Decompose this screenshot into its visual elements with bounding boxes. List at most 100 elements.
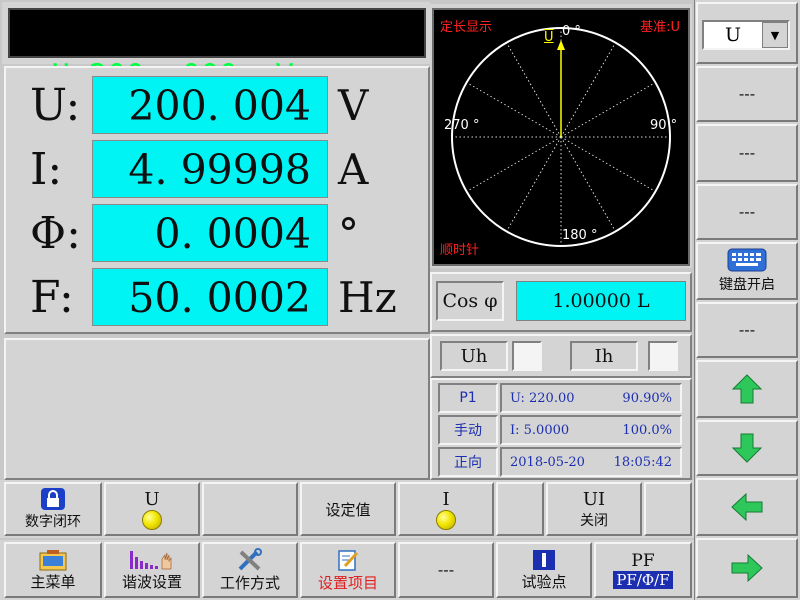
row2-dash-label: --- — [437, 561, 455, 579]
measurement-value-text-0: 200. 004 — [128, 82, 311, 130]
main-menu-button[interactable]: 主菜单 — [4, 542, 102, 598]
info-tag-text-0: P1 — [459, 390, 477, 406]
arrow-right-button[interactable] — [696, 538, 798, 598]
setpoint-label: 设定值 — [325, 500, 371, 519]
phasor-angle-90: 90 ° — [650, 118, 678, 133]
sidebar-button-4[interactable]: --- — [696, 302, 798, 358]
info-row-1: I: 5.0000 100.0% — [500, 415, 682, 445]
sidebar-button-2[interactable]: --- — [696, 124, 798, 182]
harmonic-bars-icon — [130, 550, 172, 569]
info-row-left-1: I: 5.0000 — [510, 422, 570, 438]
info-row-0: U: 220.00 90.90% — [500, 383, 682, 413]
i-output-button[interactable]: I — [398, 482, 494, 536]
phasor-reference-label: 基准:U — [640, 20, 680, 35]
tools-icon — [238, 547, 262, 570]
info-tag-2: 正向 — [438, 447, 498, 477]
keyboard-icon — [727, 248, 767, 272]
u-output-label: U — [144, 488, 160, 510]
i-output-indicator — [436, 509, 456, 530]
channel-select[interactable]: U ▼ — [702, 20, 790, 50]
phasor-spoke — [506, 136, 562, 231]
cos-value: 1.00000 L — [516, 281, 686, 321]
arrow-up-icon — [731, 374, 763, 404]
harmonic-setting-label: 谐波设置 — [121, 572, 182, 591]
row1-blank-button-3[interactable] — [644, 482, 692, 536]
top-value-display[interactable]: U=200. 000 V — [8, 8, 426, 97]
info-tag-0: P1 — [438, 383, 498, 413]
work-mode-button[interactable]: 工作方式 — [202, 542, 298, 598]
setting-items-button[interactable]: 设置项目 — [300, 542, 396, 598]
phasor-spoke — [560, 136, 655, 192]
pf-phi-f-button[interactable]: PF PF/Φ/F — [594, 542, 692, 598]
measurement-unit-2: ° — [338, 209, 359, 258]
setting-items-label: 设置项目 — [317, 573, 378, 592]
measurement-value-1: 4. 99998 — [92, 140, 328, 198]
arrow-down-button[interactable] — [696, 420, 798, 476]
info-tag-text-2: 正向 — [454, 455, 482, 471]
measurement-value-text-2: 0. 0004 — [154, 210, 312, 258]
setpoint-button[interactable]: 设定值 — [300, 482, 396, 536]
uh-label: Uh — [460, 345, 488, 367]
phasor-diagram: 定长显示 基准:U 顺时针 0 ° 90 ° 180 ° 270 ° U — [432, 8, 690, 266]
power-panel — [4, 338, 430, 480]
measurement-value-text-1: 4. 99998 — [128, 146, 311, 194]
pf-bottom-label: PF/Φ/F — [613, 571, 673, 589]
info-row-right-0: 90.90% — [622, 390, 672, 406]
keyboard-toggle-button[interactable]: 键盘开启 — [696, 242, 798, 300]
row2-dash-button[interactable]: --- — [398, 542, 494, 598]
u-output-indicator — [142, 509, 162, 530]
harmonic-setting-button[interactable]: 谐波设置 — [104, 542, 200, 598]
measurement-value-text-3: 50. 0002 — [128, 274, 311, 322]
ih-button[interactable]: Ih — [570, 341, 638, 371]
main-menu-icon — [39, 549, 67, 570]
measurement-value-0: 200. 004 — [92, 76, 328, 134]
arrow-right-icon — [731, 553, 763, 583]
channel-select-value: U — [724, 24, 741, 46]
info-tag-1: 手动 — [438, 415, 498, 445]
info-row-right-2: 18:05:42 — [613, 454, 672, 470]
phasor-spoke — [467, 136, 562, 192]
measurement-value-3: 50. 0002 — [92, 268, 328, 326]
arrow-left-button[interactable] — [696, 478, 798, 536]
phasor-spoke — [560, 43, 616, 138]
phasor-spoke — [467, 82, 562, 138]
sidebar-button-1[interactable]: --- — [696, 66, 798, 122]
cos-value-text: 1.00000 L — [552, 290, 650, 312]
phasor-vector-label: U — [544, 30, 554, 45]
measurement-unit-3: Hz — [338, 273, 397, 322]
chevron-down-icon[interactable]: ▼ — [762, 22, 788, 48]
sidebar-button-3-label: --- — [738, 203, 756, 221]
test-point-button[interactable]: 试验点 — [496, 542, 592, 598]
measurement-unit-0: V — [338, 81, 369, 130]
sidebar-button-3[interactable]: --- — [696, 184, 798, 240]
phasor-mode-label: 定长显示 — [440, 20, 493, 35]
arrow-up-button[interactable] — [696, 360, 798, 418]
measurement-label-3: F: — [30, 272, 74, 323]
phasor-spoke — [506, 43, 562, 138]
measurement-label-0: U: — [30, 80, 81, 131]
phasor-direction-label: 顺时针 — [440, 243, 480, 258]
sidebar-button-2-label: --- — [738, 144, 756, 162]
phasor-svg — [451, 27, 671, 247]
info-row-right-1: 100.0% — [622, 422, 672, 438]
row1-blank-button[interactable] — [202, 482, 298, 536]
test-point-label: 试验点 — [521, 572, 567, 591]
ui-close-button[interactable]: UI 关闭 — [546, 482, 642, 536]
phasor-angle-180: 180 ° — [562, 228, 598, 243]
phasor-vector-arrowhead — [557, 40, 565, 50]
pf-top-label: PF — [631, 551, 655, 571]
u-output-button[interactable]: U — [104, 482, 200, 536]
lock-icon — [41, 488, 65, 510]
sidebar-button-1-label: --- — [738, 85, 756, 103]
uh-checkbox[interactable] — [512, 341, 542, 371]
row1-blank-button-2[interactable] — [496, 482, 544, 536]
ih-checkbox[interactable] — [648, 341, 678, 371]
measurement-value-2: 0. 0004 — [92, 204, 328, 262]
phasor-angle-0: 0 ° — [562, 24, 581, 39]
digital-closed-loop-button[interactable]: 数字闭环 — [4, 482, 102, 536]
keyboard-toggle-label: 键盘开启 — [719, 277, 775, 293]
phasor-spoke — [560, 82, 655, 138]
uh-button[interactable]: Uh — [440, 341, 508, 371]
edit-document-icon — [338, 549, 359, 571]
work-mode-label: 工作方式 — [219, 573, 280, 592]
